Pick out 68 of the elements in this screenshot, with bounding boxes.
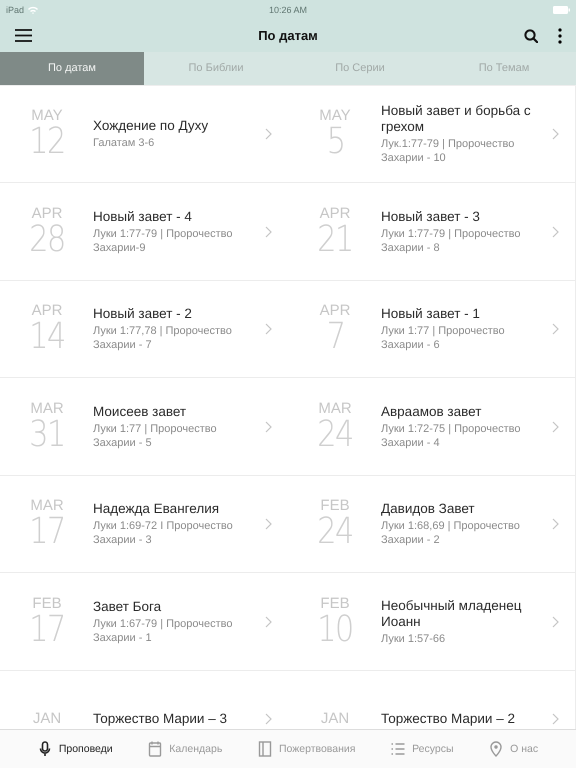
device-name: iPad [6, 4, 24, 15]
scripture-reference: Луки 1:77 | Пророчество Захарии - 5 [93, 422, 218, 450]
sermon-title[interactable]: Моисеев завет [93, 404, 245, 420]
nav-tab[interactable]: Проповеди [36, 739, 115, 759]
battery-icon [553, 6, 570, 14]
date-month: FEB [320, 596, 350, 612]
scripture-reference: Луки 1:77 | Пророчество Захарии - 6 [381, 324, 506, 352]
more-options-button[interactable] [558, 28, 562, 44]
date-month: APR [320, 303, 350, 320]
scripture-reference: Луки 1:57-66 [381, 632, 446, 646]
sermon-title[interactable]: Хождение по Духу [93, 118, 245, 134]
chevron-right-icon[interactable] [552, 616, 559, 628]
sermon-title[interactable]: Новый завет - 2 [93, 306, 245, 322]
list-icon [391, 741, 406, 757]
sermon-title[interactable]: Торжество Марии – 2 [381, 711, 532, 728]
sermon-title[interactable]: Новый завет - 3 [381, 208, 532, 225]
scripture-reference: Луки 1:72-75 | Пророчество Захарии - 4 [381, 422, 522, 450]
date-month: FEB [320, 498, 350, 514]
sermon-title[interactable]: Новый завет - 4 [93, 208, 245, 225]
chevron-right-icon[interactable] [265, 128, 272, 140]
scripture-reference: Луки 1:77-79 | Пророчество Захарии-9 [93, 226, 234, 255]
sermon-title[interactable]: Новый завет и борьба с грехом [381, 103, 532, 136]
date-month: FEB [32, 596, 62, 612]
chevron-right-icon[interactable] [265, 616, 272, 628]
sermon-title[interactable]: Новый завет - 1 [381, 306, 532, 322]
chevron-right-icon[interactable] [265, 713, 272, 726]
sermon-title[interactable]: Надежда Евангелия [93, 501, 245, 518]
sermon-title[interactable]: Давидов Завет [381, 501, 532, 518]
chevron-right-icon[interactable] [265, 420, 272, 433]
date-month: JAN [320, 711, 350, 728]
date-month: MAR [30, 498, 64, 514]
chevron-right-icon[interactable] [265, 226, 272, 238]
date-month: APR [32, 206, 62, 222]
microphone-icon [38, 741, 52, 757]
chevron-right-icon[interactable] [552, 323, 559, 336]
chevron-right-icon[interactable] [552, 518, 559, 530]
scripture-reference: Луки 1:67-79 | Пророчество Захарии - 1 [93, 616, 234, 645]
chevron-right-icon[interactable] [552, 226, 559, 238]
date-month: MAY [31, 108, 63, 124]
date-month: MAR [318, 400, 352, 417]
menu-button[interactable] [15, 29, 32, 42]
scripture-reference: Галатам 3-6 [93, 136, 156, 150]
date-month: MAY [319, 108, 351, 124]
date-month: APR [32, 303, 62, 320]
chevron-right-icon[interactable] [552, 713, 559, 726]
date-month: MAR [30, 400, 64, 417]
scripture-reference: Лук.1:77-79 | Пророчество Захарии - 10 [381, 137, 516, 166]
sermon-title[interactable]: Авраамов завет [381, 404, 532, 420]
calendar-icon [148, 741, 162, 757]
scripture-reference: Луки 1:77,78 | Пророчество Захарии - 7 [93, 324, 233, 352]
sermon-title[interactable]: Необычный младенец Иоанн [381, 598, 532, 630]
location-pin-icon [489, 741, 504, 757]
chevron-right-icon[interactable] [265, 323, 272, 336]
scripture-reference: Луки 1:68,69 | Пророчество Захарии - 2 [381, 519, 521, 548]
date-month: APR [320, 206, 350, 222]
page-title: По датам [258, 28, 318, 44]
clock-time: 10:26 AM [268, 4, 308, 15]
wifi-icon [28, 6, 38, 14]
scripture-reference: Луки 1:77-79 | Пророчество Захарии - 8 [381, 226, 522, 255]
date-month: JAN [32, 711, 62, 728]
chevron-right-icon[interactable] [552, 128, 559, 140]
search-button[interactable] [524, 28, 538, 43]
chevron-right-icon[interactable] [552, 420, 559, 433]
book-icon [258, 741, 272, 757]
scripture-reference: Луки 1:69-72 I Пророчество Захарии - 3 [93, 519, 234, 548]
sermon-title[interactable]: Завет Бога [93, 598, 245, 615]
chevron-right-icon[interactable] [265, 518, 272, 530]
sermon-title[interactable]: Торжество Марии – 3 [93, 711, 245, 728]
